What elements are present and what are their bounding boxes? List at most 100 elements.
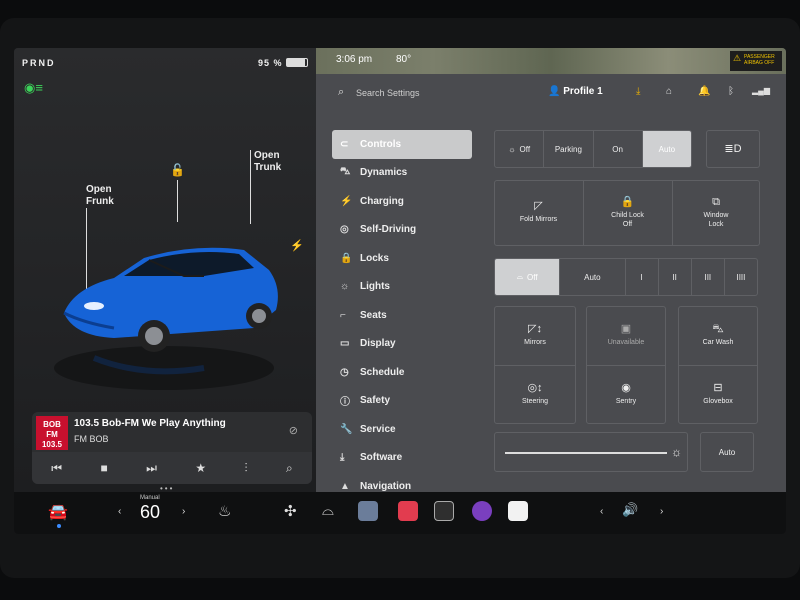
window-lock-button[interactable]: ⧉ Window Lock <box>672 180 760 246</box>
fold-mirrors-button[interactable]: ◸ Fold Mirrors <box>494 180 583 246</box>
mirrors-label: Mirrors <box>524 338 546 346</box>
glovebox-button[interactable]: ⊟ Glovebox <box>678 365 758 424</box>
mirror-adjust-icon: ◸↕ <box>528 322 542 335</box>
menu-item-charging[interactable]: ⚡ Charging <box>332 187 472 216</box>
search-input[interactable] <box>356 85 496 101</box>
temp-down-chevron-icon[interactable]: ‹ <box>118 506 121 517</box>
wiper-option-label: III <box>704 272 712 282</box>
menu-item-label: Dynamics <box>360 167 408 179</box>
brightness-track[interactable] <box>505 452 667 454</box>
menu-item-label: Self-Driving <box>360 224 417 236</box>
lights-option-parking[interactable]: Parking <box>544 131 594 167</box>
menu-item-label: Locks <box>360 252 389 264</box>
equalizer-icon[interactable]: ⫶ <box>245 461 248 476</box>
radio-off-icon[interactable]: ⊘ <box>289 424 298 437</box>
sentry-button[interactable]: ◉ Sentry <box>586 365 666 424</box>
unlock-icon[interactable]: 🔓 <box>170 164 185 176</box>
menu-item-safety[interactable]: ⓘ Safety <box>332 387 472 416</box>
car-wash-icon: ⛍ <box>712 322 724 335</box>
wiper-option-1[interactable]: ⌓ Off <box>495 259 561 295</box>
headlight-indicator-icon: ◉≡ <box>24 80 43 95</box>
search-icon[interactable]: ⌕ <box>286 461 293 476</box>
bluetooth-icon[interactable]: ᛒ <box>728 86 734 97</box>
volume-speaker-icon[interactable]: 🔊 <box>622 502 638 518</box>
wiper-option-3[interactable]: I <box>626 259 659 295</box>
dashcam-icon: ▣ <box>620 322 632 335</box>
map-strip[interactable]: 3:06 pm 80° ⚠ PASSENGER AIRBAG OFF <box>316 48 786 74</box>
menu-item-dynamics[interactable]: ⛍ Dynamics <box>332 159 472 188</box>
previous-icon[interactable]: ⏮ <box>51 461 62 476</box>
blank-app-icon[interactable] <box>508 501 528 521</box>
gear-indicator: PRND <box>22 58 56 68</box>
lte-signal-icon: ▂▄▆ <box>752 86 770 95</box>
lights-option-on[interactable]: On <box>594 131 643 167</box>
menu-item-service[interactable]: 🔧 Service <box>332 415 472 444</box>
wiper-icon: ⌓ <box>516 272 524 281</box>
media-player[interactable]: BOB FM 103.5 103.5 Bob-FM We Play Anythi… <box>32 412 312 484</box>
window-lock-label: Window Lock <box>703 211 729 228</box>
open-frunk-button[interactable]: Open Frunk <box>86 184 114 208</box>
menu-item-display[interactable]: ▭ Display <box>332 330 472 359</box>
clock-time: 3:06 pm <box>336 54 373 65</box>
mirrors-adjust-button[interactable]: ◸↕ Mirrors <box>494 306 576 365</box>
bolt-icon: ⚡ <box>340 195 353 207</box>
steering-adjust-button[interactable]: ◎↕ Steering <box>494 365 576 424</box>
wiper-option-6[interactable]: IIII <box>725 259 757 295</box>
wiper-option-5[interactable]: III <box>692 259 725 295</box>
lights-option-auto[interactable]: Auto <box>642 131 691 167</box>
lights-option-label: Parking <box>554 144 582 154</box>
brightness-slider[interactable]: ☼ <box>494 432 688 472</box>
notification-bell-icon[interactable]: 🔔 <box>698 86 710 97</box>
wiper-option-label: II <box>672 272 677 282</box>
download-icon: ⤓ <box>340 452 345 464</box>
profile-icon: 👤 <box>548 86 564 97</box>
climate-mode-label: Manual <box>140 495 160 501</box>
car-icon[interactable]: 🚘 <box>48 502 68 522</box>
menu-item-locks[interactable]: 🔒 Locks <box>332 244 472 273</box>
menu-item-self-driving[interactable]: ◎ Self-Driving <box>332 216 472 245</box>
music-app-icon[interactable] <box>398 501 418 521</box>
brightness-auto-button[interactable]: Auto <box>700 432 754 472</box>
charge-port-icon[interactable]: ⚡ <box>290 240 304 252</box>
bottom-bar: 🚘 ‹ Manual 60 › ♨ ✣ ⌓ ‹ 🔊 › <box>14 492 786 534</box>
cabin-temperature[interactable]: 60 <box>140 502 160 523</box>
wiper-option-2[interactable]: Auto <box>560 259 626 295</box>
menu-item-controls[interactable]: ⊂ Controls <box>332 130 472 159</box>
lock-callout-line <box>177 180 178 222</box>
stop-icon[interactable]: ■ <box>100 461 107 475</box>
navigation-app-icon[interactable] <box>358 501 378 521</box>
sentry-label: Sentry <box>615 397 637 405</box>
car-status-panel: PRND 95 % ◉≡ Open Frunk 🔓 Open Trunk ⚡ B… <box>14 48 316 492</box>
menu-item-label: Controls <box>360 138 402 150</box>
auto-high-beam-button[interactable]: ≣D <box>706 130 760 168</box>
clock-icon: ◷ <box>340 366 349 378</box>
volume-up-chevron-icon[interactable]: › <box>660 506 663 517</box>
menu-item-schedule[interactable]: ◷ Schedule <box>332 358 472 387</box>
menu-item-seats[interactable]: ⌐ Seats <box>332 301 472 330</box>
settings-panel: 3:06 pm 80° ⚠ PASSENGER AIRBAG OFF ⌕ 👤 P… <box>316 48 786 492</box>
camera-app-icon[interactable] <box>472 501 492 521</box>
favorite-star-icon[interactable]: ★ <box>195 461 206 475</box>
unavailable-label: Unavailable <box>607 338 645 346</box>
next-icon[interactable]: ⏭ <box>146 461 157 476</box>
car-wash-button[interactable]: ⛍ Car Wash <box>678 306 758 365</box>
child-lock-button[interactable]: 🔒 Child Lock Off <box>583 180 672 246</box>
trunk-callout-line <box>250 150 251 224</box>
seat-heater-icon[interactable]: ♨ <box>218 502 231 520</box>
lights-option-off[interactable]: ☼ Off <box>495 131 545 167</box>
profile-button[interactable]: 👤 Profile 1 <box>548 86 603 97</box>
lights-option-label: Off <box>519 144 531 154</box>
fan-icon[interactable]: ✣ <box>284 502 297 520</box>
volume-down-chevron-icon[interactable]: ‹ <box>600 506 603 517</box>
wiper-option-4[interactable]: II <box>659 259 692 295</box>
open-trunk-button[interactable]: Open Trunk <box>254 150 281 174</box>
sentry-icon: ◉ <box>621 381 631 394</box>
menu-item-software[interactable]: ⤓ Software <box>332 444 472 473</box>
temp-up-chevron-icon[interactable]: › <box>182 506 185 517</box>
windshield-defrost-icon[interactable]: ⌓ <box>322 502 334 519</box>
menu-item-lights[interactable]: ☼ Lights <box>332 273 472 302</box>
child-lock-icon: 🔒 <box>620 195 635 208</box>
download-update-icon[interactable]: ⤓ <box>636 86 640 97</box>
app-launcher-icon[interactable] <box>434 501 454 521</box>
homelink-icon[interactable]: ⌂ <box>666 86 672 97</box>
